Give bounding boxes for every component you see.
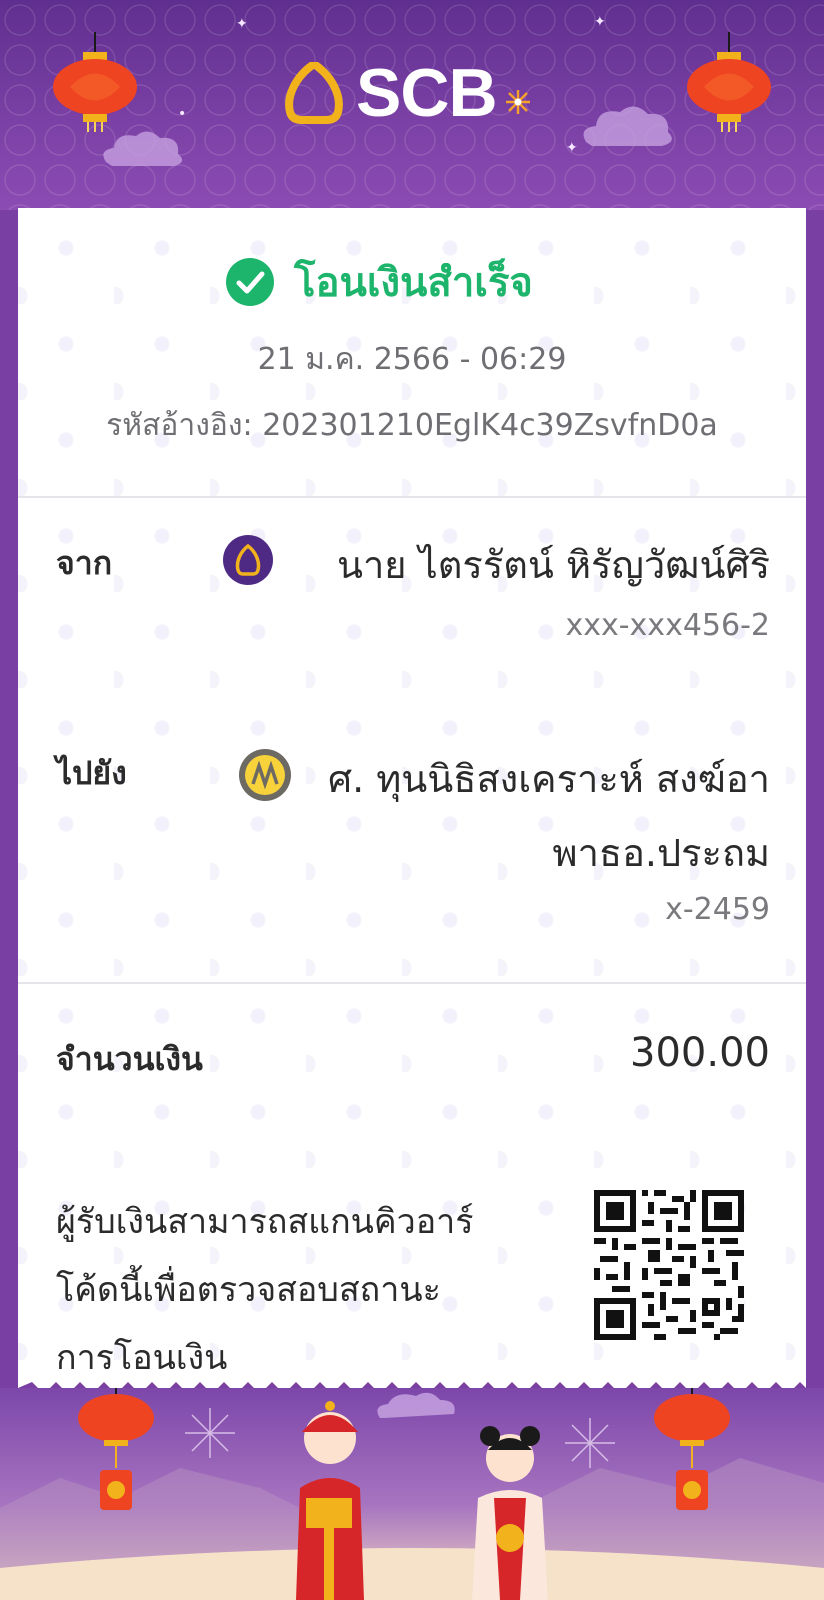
boy-character-icon	[296, 1401, 364, 1600]
scb-shell-icon	[285, 62, 343, 124]
qr-instruction: ผู้รับเงินสามารถสแกนคิวอาร์ โค้ดนี้เพื่อ…	[56, 1188, 556, 1392]
sparkle-icon: ✦	[594, 14, 606, 30]
scb-bank-icon	[223, 535, 273, 585]
recipient-name-line1: ศ. ทุนนิธิสงเคราะห์ สงฆ์อา	[327, 757, 770, 801]
scb-logo: SCB	[282, 55, 531, 131]
amount-value: 300.00	[630, 1030, 770, 1076]
sparkle-icon: •	[178, 106, 187, 122]
check-circle-icon	[226, 258, 274, 306]
from-label: จาก	[56, 544, 113, 582]
cloud-right-icon	[583, 106, 672, 146]
cloud-left-icon	[103, 131, 183, 166]
transfer-slip: โอนเงินสำเร็จ 21 ม.ค. 2566 - 06:29 รหัสอ…	[18, 208, 806, 1393]
transfer-status: โอนเงินสำเร็จ	[226, 250, 533, 314]
lantern-right-icon	[687, 32, 771, 132]
lantern-left-icon	[53, 32, 137, 132]
status-text: โอนเงินสำเร็จ	[294, 260, 533, 306]
to-label: ไปยัง	[56, 754, 127, 792]
new-year-scene	[0, 1388, 824, 1600]
sparkle-icon: ✦	[236, 16, 248, 32]
sparkle-icon: ✦	[566, 140, 578, 156]
girl-character-icon	[472, 1426, 548, 1600]
recipient-name-line2: พาธอ.ประถม	[552, 831, 770, 875]
footer-illustration	[0, 1388, 824, 1600]
transfer-datetime: 21 ม.ค. 2566 - 06:29	[257, 342, 567, 377]
krungsri-bank-icon	[239, 749, 291, 801]
amount-label: จำนวนเงิน	[56, 1040, 203, 1078]
divider	[18, 982, 806, 984]
sparkle-flower-icon	[505, 90, 530, 114]
header-banner: ✦ ✦ ✦ • SCB	[0, 0, 824, 210]
reference-code: รหัสอ้างอิง: 202301210EglK4c39ZsvfnD0a	[106, 408, 718, 443]
sender-name: นาย ไตรรัตน์ หิรัญวัฒน์ศิริ	[336, 543, 770, 587]
sender-account: xxx-xxx456-2	[565, 608, 770, 643]
brand-name: SCB	[356, 55, 498, 131]
recipient-account: x-2459	[665, 892, 770, 927]
qr-code-icon[interactable]	[594, 1190, 744, 1340]
divider	[18, 496, 806, 498]
qr-instruction-line2: โค้ดนี้เพื่อตรวจสอบสถานะ	[56, 1270, 441, 1310]
qr-instruction-line1: ผู้รับเงินสามารถสแกนคิวอาร์	[56, 1202, 474, 1242]
